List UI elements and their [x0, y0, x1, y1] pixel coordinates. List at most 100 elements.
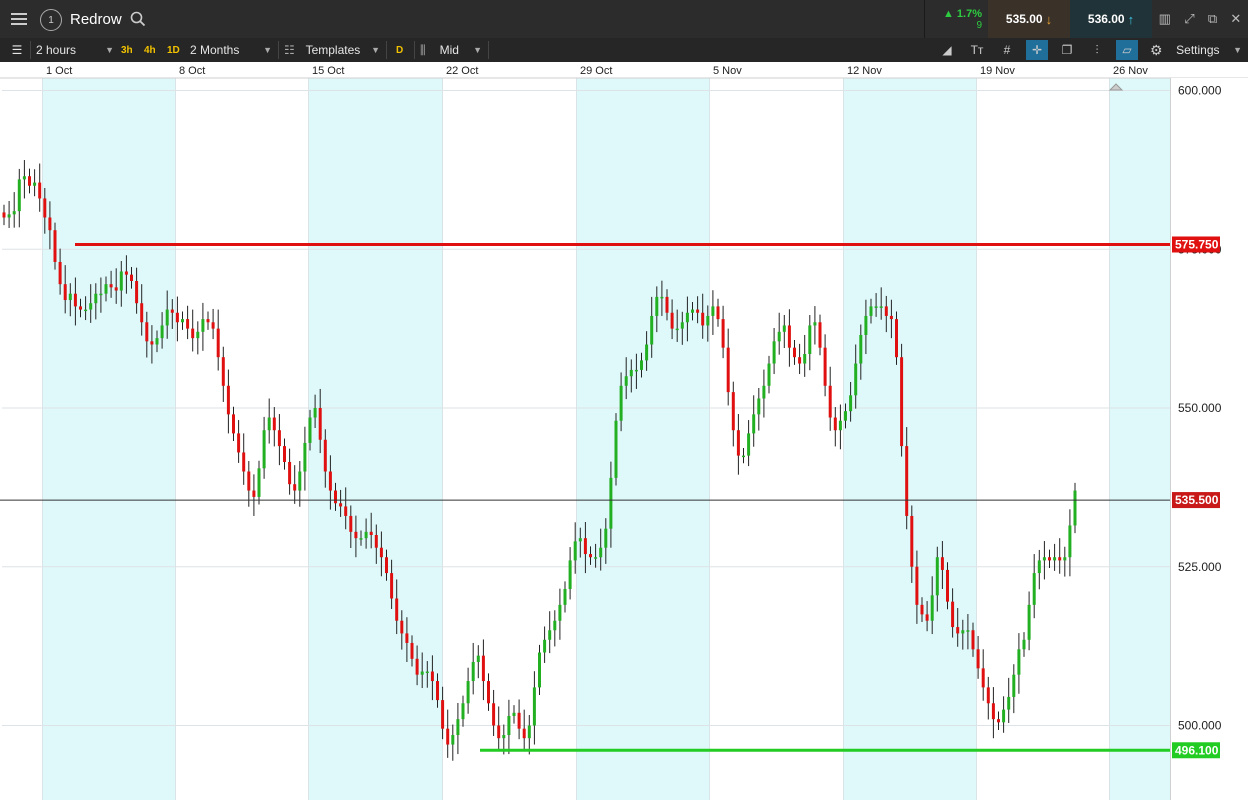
- candle-up: [742, 455, 745, 458]
- candle-up: [594, 557, 598, 559]
- candle-down: [369, 531, 373, 535]
- candle-down: [38, 182, 42, 199]
- candle-down: [186, 319, 190, 329]
- candle-type-icon[interactable]: ⫶: [1086, 40, 1108, 60]
- interval-select[interactable]: 2 hours ▼: [36, 38, 114, 62]
- candle-down: [354, 531, 358, 539]
- expand-icon[interactable]: ⤢: [1184, 11, 1194, 27]
- candle-up: [466, 681, 470, 704]
- candle-down: [823, 347, 827, 386]
- candle-down: [272, 417, 276, 431]
- list-icon[interactable]: ☰: [6, 38, 28, 62]
- candle-up: [456, 719, 460, 736]
- menu-icon[interactable]: [4, 0, 34, 38]
- candle-down: [339, 503, 343, 507]
- x-axis: 1 Oct 8 Oct 15 Oct 22 Oct 29 Oct 5 Nov 12 Nov 1…: [0, 62, 1248, 79]
- quick-3h-button[interactable]: 3h: [121, 38, 133, 62]
- change-points: 9: [976, 19, 982, 31]
- candle-down: [150, 341, 154, 345]
- candle-up: [747, 433, 751, 456]
- candle-down: [390, 573, 394, 599]
- layers-icon[interactable]: ❐: [1056, 40, 1078, 60]
- candle-up: [619, 385, 623, 421]
- candle-up: [89, 303, 93, 310]
- quick-1d-button[interactable]: 1D: [167, 38, 180, 62]
- templates-label: Templates: [305, 43, 361, 57]
- candle-up: [543, 639, 547, 653]
- candle-up: [1022, 639, 1026, 650]
- text-tool-icon[interactable]: Tт: [966, 40, 988, 60]
- candle-down: [492, 703, 496, 726]
- price-chart[interactable]: 1 Oct 8 Oct 15 Oct 22 Oct 29 Oct 5 Nov 12 Nov 1…: [0, 62, 1248, 805]
- candle-down: [946, 569, 949, 602]
- candle-down: [405, 633, 409, 643]
- templates-select[interactable]: ☷ Templates ▼: [284, 38, 380, 62]
- candle-down: [701, 312, 705, 326]
- bars-icon: ⫼: [420, 42, 426, 57]
- y-tick-label: 600.000: [1178, 84, 1222, 98]
- candle-down: [79, 306, 82, 310]
- candle-up: [578, 538, 582, 542]
- grid-icon[interactable]: #: [996, 40, 1018, 60]
- candle-up: [558, 604, 562, 621]
- range-select[interactable]: 2 Months ▼: [190, 38, 272, 62]
- search-icon[interactable]: [130, 0, 146, 38]
- price-change: ▲ 1.7% 9: [924, 0, 988, 38]
- candle-down: [517, 712, 521, 729]
- candle-down: [109, 284, 113, 288]
- candle-up: [685, 312, 689, 323]
- candle-up: [604, 528, 608, 548]
- candle-down: [191, 328, 195, 339]
- price-type-select[interactable]: ⫼ Mid ▼: [420, 38, 482, 62]
- candle-up: [675, 328, 679, 331]
- candle-down: [446, 728, 450, 745]
- quick-4h-button[interactable]: 4h: [144, 38, 156, 62]
- interval-label: 2 hours: [36, 43, 77, 57]
- candle-down: [583, 538, 587, 555]
- candle-down: [1048, 557, 1051, 561]
- candle-down: [889, 315, 893, 320]
- y-tick-label: 500.000: [1178, 719, 1222, 733]
- candle-up: [879, 306, 883, 308]
- candle-down: [293, 484, 297, 491]
- line-tool-icon[interactable]: ◢: [936, 40, 958, 60]
- settings-button[interactable]: ⚙ Settings ▼: [1150, 38, 1242, 62]
- candle-up: [767, 363, 771, 386]
- candle-down: [731, 392, 735, 431]
- candle-up: [1063, 557, 1067, 561]
- x-tick-label: 5 Nov: [713, 65, 742, 77]
- candle-up: [838, 420, 842, 431]
- sell-button[interactable]: 535.00 ↓: [988, 0, 1070, 38]
- candle-down: [410, 642, 414, 659]
- candle-up: [181, 319, 184, 323]
- candle-down: [915, 566, 919, 605]
- range-label: 2 Months: [190, 43, 240, 57]
- candle-down: [991, 703, 995, 720]
- template-icon: ☷: [284, 43, 295, 57]
- close-icon[interactable]: ✕: [1230, 11, 1241, 27]
- candle-down: [670, 312, 674, 329]
- slot-number-badge[interactable]: 1: [40, 9, 62, 31]
- crosshair-icon[interactable]: ✛: [1026, 40, 1048, 60]
- candle-down: [206, 319, 210, 323]
- depth-bars-icon[interactable]: ▥: [1159, 11, 1171, 27]
- candle-up: [772, 341, 776, 364]
- candle-down: [374, 535, 378, 548]
- candle-down: [925, 614, 929, 621]
- candle-down: [997, 719, 1000, 723]
- shape-icon[interactable]: ▱: [1116, 40, 1138, 60]
- buy-button[interactable]: 536.00 ↑: [1070, 0, 1152, 38]
- change-percent: 1.7%: [956, 7, 982, 20]
- x-tick-label: 29 Oct: [580, 65, 612, 77]
- y-axis-panel: [1170, 78, 1248, 800]
- shaded-band: [1109, 78, 1170, 800]
- candle-down: [986, 687, 990, 704]
- candle-down: [481, 655, 485, 682]
- popout-icon[interactable]: ⧉: [1208, 11, 1217, 27]
- candle-up: [160, 325, 164, 339]
- instrument-name[interactable]: Redrow: [70, 0, 122, 38]
- candle-up: [777, 331, 781, 342]
- d-button[interactable]: D: [396, 38, 403, 62]
- candle-up: [568, 560, 572, 589]
- candle-up: [1017, 649, 1021, 675]
